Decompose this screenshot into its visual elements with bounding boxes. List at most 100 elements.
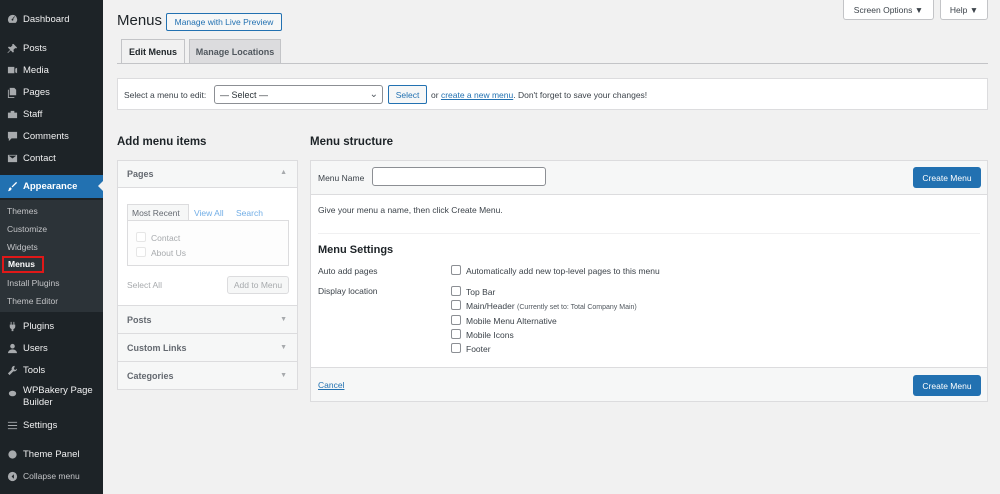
- sidebar-item-posts[interactable]: Posts: [0, 37, 103, 59]
- menu-structure-panel: Menu Name Create Menu Give your menu a n…: [310, 160, 988, 402]
- location-checkbox-top-bar[interactable]: [451, 286, 461, 296]
- add-menu-items-title: Add menu items: [117, 136, 207, 148]
- sidebar-item-wpbakery[interactable]: WPBakery Page Builder: [0, 382, 103, 412]
- mail-icon: [6, 152, 18, 164]
- help-button[interactable]: Help ▼: [940, 0, 988, 20]
- submenu-widgets[interactable]: Widgets: [7, 242, 38, 252]
- sidebar-item-label: Users: [23, 342, 48, 354]
- create-new-menu-link[interactable]: create a new menu: [441, 90, 513, 100]
- sidebar-item-pages[interactable]: Pages: [0, 81, 103, 103]
- subtab-most-recent-label: Most Recent: [132, 208, 180, 218]
- divider: [318, 233, 980, 234]
- submenu-theme-editor[interactable]: Theme Editor: [7, 296, 58, 306]
- select-all-link[interactable]: Select All: [127, 280, 162, 290]
- pages-panel: Pages ▲ Most Recent View All Search Cont…: [117, 160, 298, 306]
- sidebar-item-contact[interactable]: Contact: [0, 147, 103, 169]
- sidebar-item-tools[interactable]: Tools: [0, 359, 103, 381]
- page-checkbox-contact[interactable]: [136, 232, 146, 242]
- users-icon: [6, 342, 18, 354]
- auto-add-checkbox[interactable]: [451, 265, 461, 275]
- add-to-menu-button[interactable]: Add to Menu: [227, 276, 289, 294]
- categories-accordion[interactable]: Categories ▼: [117, 362, 298, 390]
- menu-select[interactable]: — Select — ⌄: [214, 85, 383, 104]
- location-checkbox-main-header[interactable]: [451, 300, 461, 310]
- screen-options-label: Screen Options: [853, 4, 913, 15]
- location-main-header-note: (Currently set to: Total Company Main): [517, 304, 637, 311]
- chevron-down-icon: ⌄: [369, 89, 378, 100]
- create-menu-button-bottom[interactable]: Create Menu: [913, 375, 981, 396]
- caret-down-icon: ▼: [280, 316, 287, 323]
- live-preview-button[interactable]: Manage with Live Preview: [166, 13, 282, 31]
- location-checkbox-mobile-alt[interactable]: [451, 315, 461, 325]
- collapse-icon: [6, 470, 18, 482]
- sidebar-item-label-line1: WPBakery Page: [23, 385, 93, 396]
- dashboard-icon: [6, 13, 18, 25]
- pages-icon: [6, 86, 18, 98]
- sidebar-item-users[interactable]: Users: [0, 337, 103, 359]
- tab-edit-menus[interactable]: Edit Menus: [121, 39, 185, 63]
- subtab-most-recent[interactable]: Most Recent: [127, 204, 189, 220]
- caret-down-icon: ▼: [280, 344, 287, 351]
- submenu-themes[interactable]: Themes: [7, 206, 38, 216]
- location-label-mobile-alt: Mobile Menu Alternative: [466, 316, 557, 326]
- cancel-link[interactable]: Cancel: [318, 380, 344, 390]
- submenu-customize[interactable]: Customize: [7, 224, 47, 234]
- sidebar-item-theme-panel[interactable]: Theme Panel: [0, 443, 103, 465]
- sidebar-item-dashboard[interactable]: Dashboard: [0, 8, 103, 30]
- submenu-menus[interactable]: Menus: [2, 256, 44, 273]
- screen-options-button[interactable]: Screen Options ▼: [843, 0, 934, 20]
- location-checkbox-mobile-icons[interactable]: [451, 329, 461, 339]
- menu-name-input[interactable]: [372, 167, 546, 186]
- caret-up-icon: ▲: [280, 169, 287, 176]
- plugin-icon: [6, 320, 18, 332]
- sidebar-item-label: Pages: [23, 86, 50, 98]
- media-icon: [6, 64, 18, 76]
- menu-name-label: Menu Name: [318, 173, 365, 183]
- sidebar-item-label: Collapse menu: [23, 471, 80, 481]
- select-menu-label: Select a menu to edit:: [124, 90, 207, 100]
- location-checkbox-footer[interactable]: [451, 343, 461, 353]
- wpbakery-icon: [6, 387, 18, 399]
- tab-manage-locations[interactable]: Manage Locations: [189, 39, 281, 63]
- menu-footer: Cancel Create Menu: [311, 367, 987, 401]
- settings-icon: [6, 419, 18, 431]
- collapse-menu[interactable]: Collapse menu: [0, 465, 103, 487]
- pages-panel-header[interactable]: Pages ▲: [118, 161, 297, 188]
- save-reminder-text: . Don't forget to save your changes!: [513, 90, 648, 100]
- display-location-label: Display location: [318, 286, 378, 296]
- categories-accordion-label: Categories: [127, 370, 174, 381]
- page-list: Contact About Us: [127, 220, 289, 266]
- sidebar-item-comments[interactable]: Comments: [0, 125, 103, 147]
- auto-add-option-label: Automatically add new top-level pages to…: [466, 266, 660, 276]
- submenu-install-plugins[interactable]: Install Plugins: [7, 278, 59, 288]
- sidebar-item-media[interactable]: Media: [0, 59, 103, 81]
- sidebar-item-label: Staff: [23, 108, 43, 120]
- sidebar-item-plugins[interactable]: Plugins: [0, 315, 103, 337]
- sidebar-item-label-line2: Builder: [23, 397, 53, 408]
- custom-links-accordion[interactable]: Custom Links ▼: [117, 334, 298, 362]
- paintbrush-icon: [6, 181, 18, 193]
- select-hint: or create a new menu. Don't forget to sa…: [431, 90, 647, 100]
- page-title: Menus: [117, 12, 163, 29]
- sidebar-item-label: Dashboard: [23, 13, 70, 25]
- posts-accordion[interactable]: Posts ▼: [117, 306, 298, 334]
- sidebar-item-settings[interactable]: Settings: [0, 414, 103, 436]
- menu-select-value: — Select —: [220, 89, 269, 100]
- sidebar-item-label: WPBakery Page Builder: [23, 385, 93, 409]
- create-menu-button-top[interactable]: Create Menu: [913, 167, 981, 188]
- sidebar-item-label: Posts: [23, 42, 47, 54]
- sidebar-item-staff[interactable]: Staff: [0, 103, 103, 125]
- sidebar-item-appearance[interactable]: Appearance: [0, 175, 103, 198]
- select-button[interactable]: Select: [388, 85, 427, 104]
- subtab-view-all[interactable]: View All: [194, 208, 224, 218]
- caret-down-icon: ▼: [280, 372, 287, 379]
- or-text: or: [431, 90, 439, 100]
- location-main-header-text: Main/Header: [466, 301, 515, 311]
- subtab-search[interactable]: Search: [236, 208, 263, 218]
- caret-down-icon: ▼: [914, 4, 924, 15]
- sidebar-item-label: Tools: [23, 364, 46, 376]
- location-label-mobile-icons: Mobile Icons: [466, 330, 514, 340]
- menu-structure-title: Menu structure: [310, 136, 394, 148]
- page-checkbox-about-us[interactable]: [136, 247, 146, 257]
- sidebar-item-label: Theme Panel: [23, 448, 80, 460]
